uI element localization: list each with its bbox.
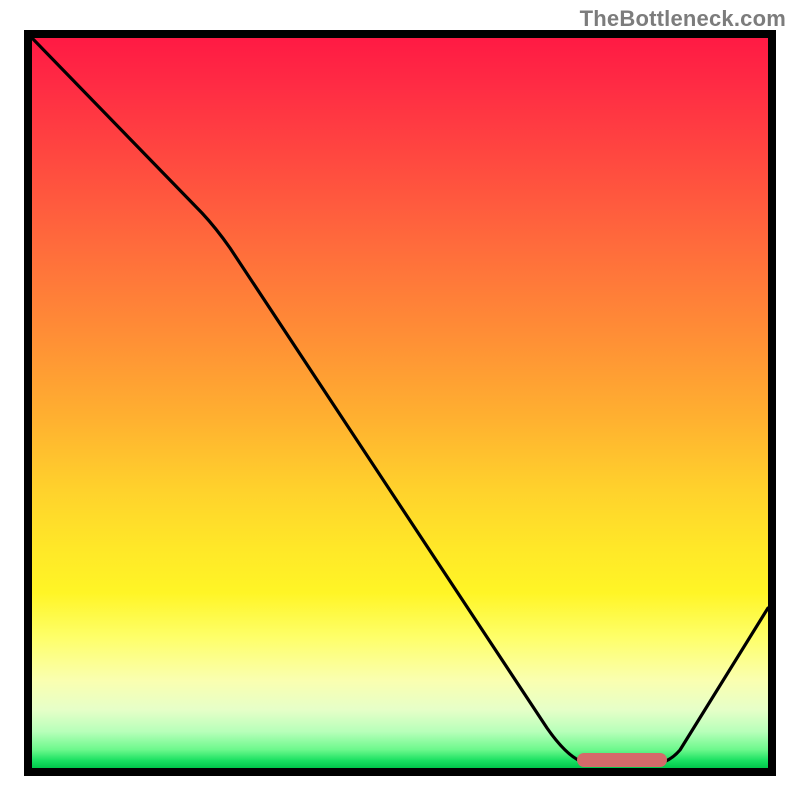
plot-frame [24,30,776,776]
watermark-text: TheBottleneck.com [580,6,786,32]
optimal-range-marker [577,753,667,767]
plot-area [32,38,768,768]
chart-container: TheBottleneck.com [0,0,800,800]
curve-layer [32,38,768,768]
bottleneck-curve [32,38,768,764]
